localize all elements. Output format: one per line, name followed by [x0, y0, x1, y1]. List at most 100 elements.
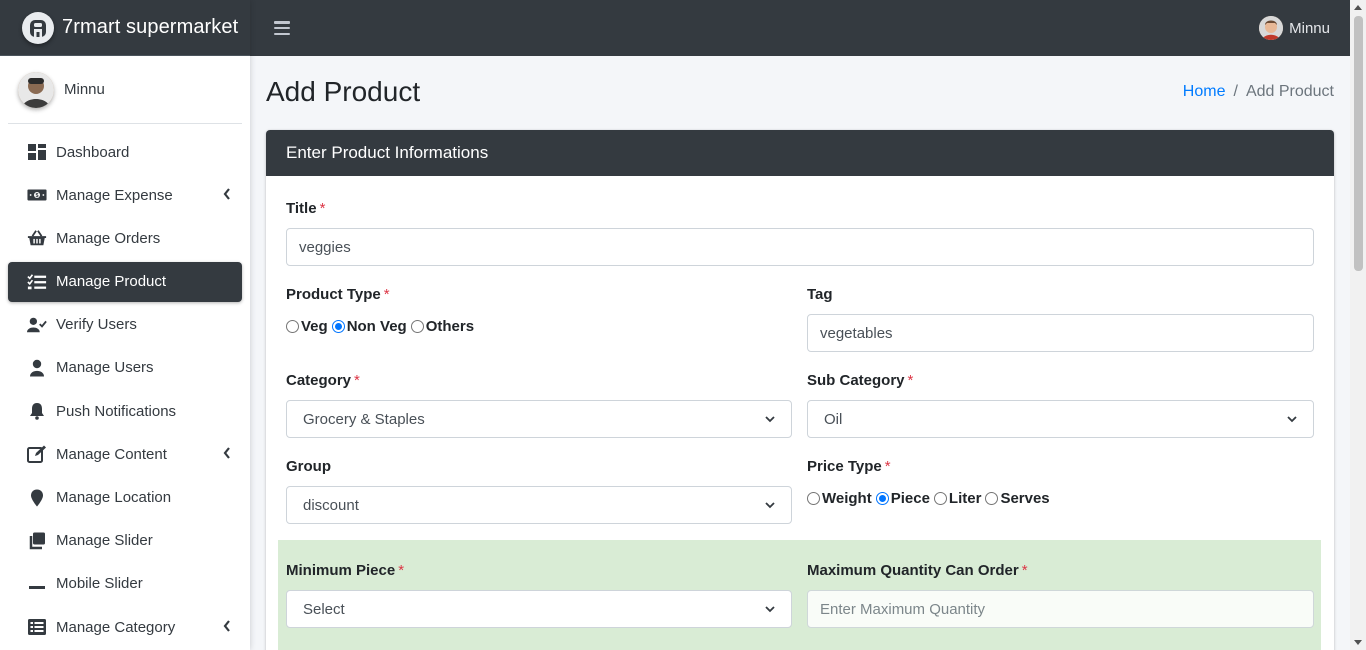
chevron-down-icon [765, 416, 775, 423]
scroll-down-icon[interactable] [1354, 640, 1362, 645]
page-title: Add Product [266, 76, 421, 107]
category-select[interactable]: Grocery & Staples [286, 400, 792, 438]
product-type-non-veg-radio[interactable]: Non Veg [331, 318, 407, 335]
sidebar-item-label: Manage Category [56, 618, 176, 636]
sidebar-item-label: Manage Orders [56, 229, 161, 247]
product-form-card: Enter Product Informations Title * veggie… [266, 130, 1334, 650]
sub-category-select[interactable]: Oil [807, 400, 1314, 438]
svg-text:$: $ [35, 193, 38, 199]
chevron-left-icon [223, 447, 230, 459]
group-select[interactable]: discount [286, 486, 792, 524]
price-type-piece-radio[interactable]: Piece [875, 490, 930, 507]
required-mark: * [383, 286, 390, 303]
required-mark: * [398, 562, 405, 579]
card-title: Enter Product Informations [266, 130, 1334, 176]
max-quantity-input[interactable]: Enter Maximum Quantity [807, 590, 1314, 628]
sidebar-item-manage-users[interactable]: Manage Users [8, 348, 242, 388]
top-navbar: Minnu [250, 0, 1350, 56]
price-type-liter-radio[interactable]: Liter [933, 490, 981, 507]
edit-icon [26, 445, 48, 464]
product-type-others-radio[interactable]: Others [410, 318, 474, 335]
map-marker-icon [26, 489, 48, 507]
content-header: Add Product Home / Add Product [266, 72, 1334, 112]
scroll-thumb[interactable] [1354, 16, 1363, 271]
required-mark: * [907, 372, 914, 389]
group-label: Group [286, 458, 331, 475]
sidebar-item-dashboard[interactable]: Dashboard [8, 132, 242, 172]
product-type-veg-radio[interactable]: Veg [286, 318, 328, 335]
product-type-radio-group: Veg Non Veg Others [286, 318, 478, 335]
chevron-down-icon [765, 606, 775, 613]
user-check-icon [26, 316, 48, 334]
breadcrumb-home-link[interactable]: Home [1183, 83, 1226, 101]
sidebar-item-manage-category[interactable]: Manage Category [8, 607, 242, 647]
chevron-down-icon [1287, 416, 1297, 423]
sidebar-item-manage-expense[interactable]: $ Manage Expense [8, 175, 242, 215]
sidebar-item-label: Dashboard [56, 143, 130, 161]
tag-input[interactable]: vegetables [807, 314, 1314, 352]
breadcrumb: Home / Add Product [1183, 83, 1334, 101]
tag-label: Tag [807, 286, 833, 303]
category-label: Category * [286, 372, 360, 389]
user-icon [26, 359, 48, 377]
sidebar-item-manage-orders[interactable]: Manage Orders [8, 218, 242, 258]
page-scrollbar[interactable] [1350, 0, 1366, 650]
brand-link[interactable]: 7rmart supermarket [0, 0, 250, 56]
brand-logo-icon [22, 11, 54, 44]
user-panel[interactable]: Minnu [8, 56, 242, 124]
minimum-piece-label: Minimum Piece * [286, 562, 405, 579]
list-check-icon [26, 273, 48, 291]
sidebar-item-label: Manage Product [56, 273, 167, 291]
sidebar-user-name: Minnu [64, 81, 105, 98]
chevron-down-icon [765, 502, 775, 509]
sidebar-item-manage-product[interactable]: Manage Product [8, 261, 242, 302]
breadcrumb-separator: / [1233, 83, 1238, 100]
sub-category-label: Sub Category * [807, 372, 914, 389]
max-quantity-label: Maximum Quantity Can Order * [807, 562, 1028, 579]
sidebar-item-label: Manage Content [56, 445, 167, 463]
sidebar: 7rmart supermarket Minnu Dashboard $ Man… [0, 0, 250, 650]
money-icon: $ [26, 186, 48, 204]
chevron-left-icon [223, 188, 230, 200]
price-type-weight-radio[interactable]: Weight [807, 490, 872, 507]
scroll-up-icon[interactable] [1354, 5, 1362, 10]
minus-icon [26, 575, 48, 593]
sidebar-item-manage-slider[interactable]: Manage Slider [8, 521, 242, 561]
sidebar-item-push-notifications[interactable]: Push Notifications [8, 391, 242, 431]
required-mark: * [319, 200, 326, 217]
sidebar-nav: Dashboard $ Manage Expense Manage Orders… [0, 124, 250, 647]
sidebar-item-label: Manage Expense [56, 186, 173, 204]
title-input[interactable]: veggies [286, 228, 1314, 266]
menu-toggle-icon[interactable] [274, 21, 290, 35]
brand-name: 7rmart supermarket [62, 16, 239, 38]
sidebar-item-manage-location[interactable]: Manage Location [8, 478, 242, 518]
chevron-left-icon [223, 620, 230, 632]
sidebar-item-manage-content[interactable]: Manage Content [8, 434, 242, 474]
user-menu[interactable]: Minnu [1259, 16, 1330, 40]
breadcrumb-current: Add Product [1245, 83, 1334, 100]
required-mark: * [884, 458, 891, 475]
sidebar-item-label: Push Notifications [56, 402, 177, 420]
sidebar-item-label: Mobile Slider [56, 575, 143, 593]
title-label: Title * [286, 200, 326, 217]
minimum-piece-select[interactable]: Select [286, 590, 792, 628]
required-mark: * [354, 372, 360, 389]
sidebar-item-label: Verify Users [56, 316, 137, 334]
product-type-label: Product Type * [286, 286, 390, 303]
sidebar-item-mobile-slider[interactable]: Mobile Slider [8, 564, 242, 604]
bell-icon [26, 402, 48, 420]
price-type-serves-radio[interactable]: Serves [985, 490, 1050, 507]
sidebar-item-verify-users[interactable]: Verify Users [8, 305, 242, 345]
price-type-radio-group: Weight Piece Liter Serves [807, 490, 1054, 507]
sidebar-item-label: Manage Slider [56, 532, 153, 550]
required-mark: * [1021, 562, 1028, 579]
basket-icon [26, 229, 48, 247]
list-alt-icon [26, 618, 48, 636]
sidebar-item-label: Manage Location [56, 489, 172, 506]
sidebar-item-label: Manage Users [56, 359, 154, 377]
dashboard-icon [26, 143, 48, 161]
avatar [18, 71, 54, 108]
avatar [1259, 16, 1284, 40]
top-user-name: Minnu [1289, 19, 1330, 37]
clone-icon [26, 532, 48, 550]
